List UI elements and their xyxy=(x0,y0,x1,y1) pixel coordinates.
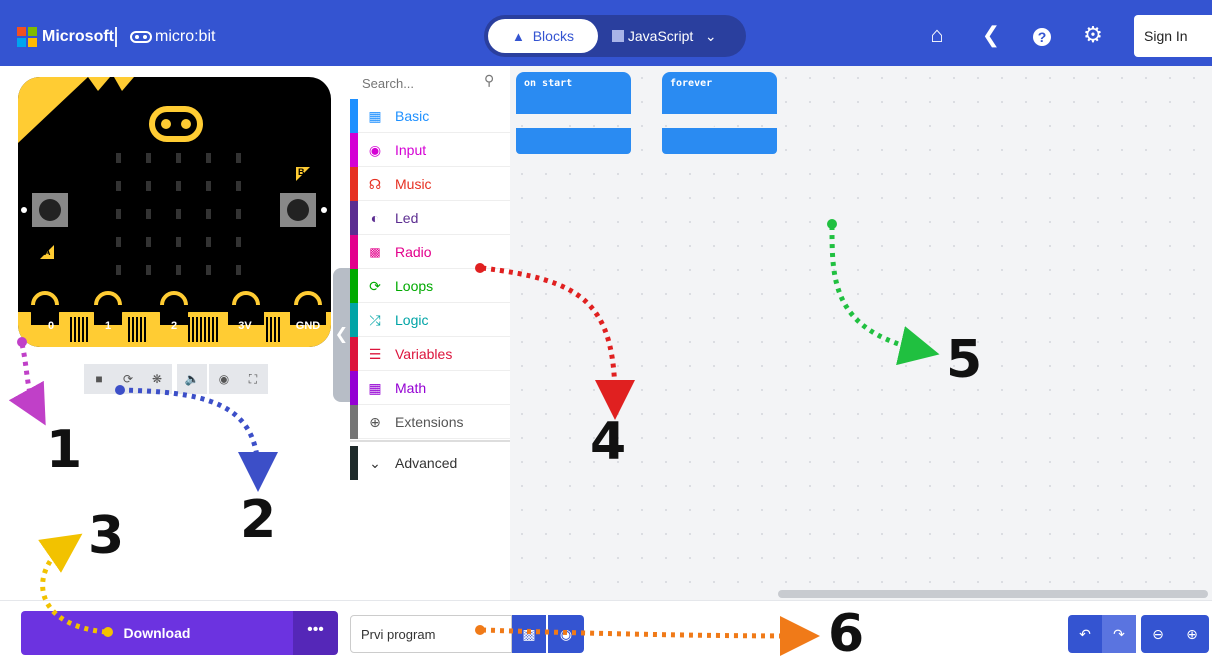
annotation-number-1: 1 xyxy=(46,420,83,480)
annotation-number-5: 5 xyxy=(946,330,983,390)
annotation-number-3: 3 xyxy=(88,506,125,566)
annotation-number-6: 6 xyxy=(828,604,865,664)
annotation-number-4: 4 xyxy=(590,412,627,472)
annotation-number-2: 2 xyxy=(240,490,277,550)
annotation-arrows xyxy=(8,219,940,656)
